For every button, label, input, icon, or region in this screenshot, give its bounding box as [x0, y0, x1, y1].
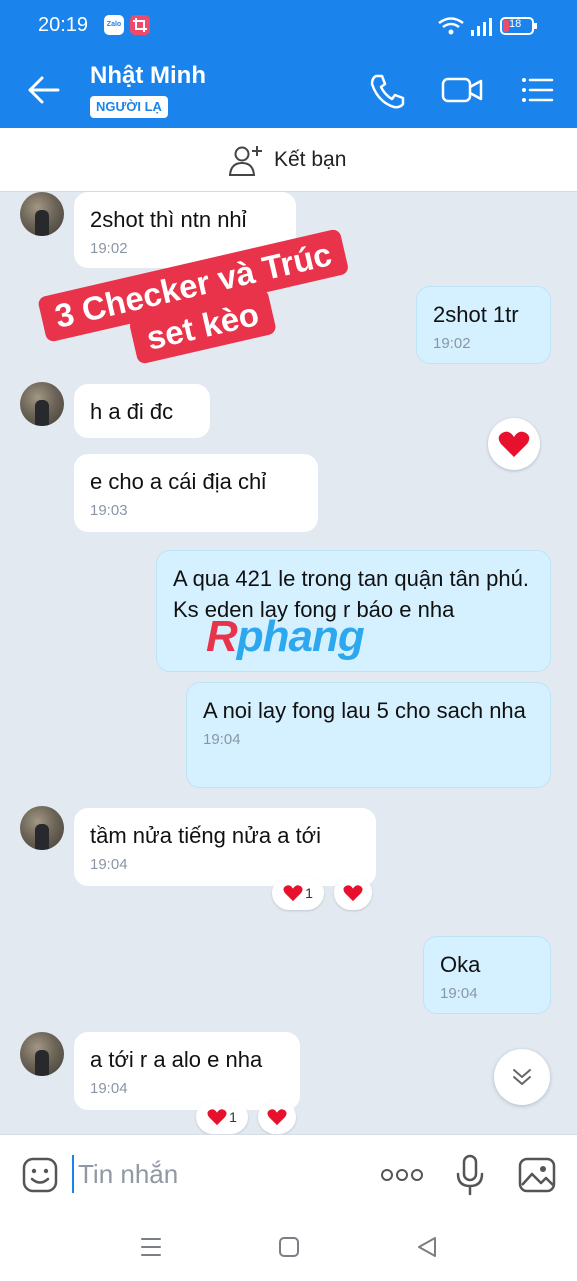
status-bar: 20:19 Zalo 18 — [0, 0, 577, 52]
message-text: 2shot thì ntn nhỉ — [90, 207, 247, 232]
heart-icon — [498, 431, 530, 457]
signal-icon — [471, 18, 492, 36]
message-text: 2shot 1tr — [433, 302, 519, 327]
reaction-number: 1 — [229, 1109, 237, 1125]
video-camera-icon — [441, 77, 483, 103]
square-icon — [279, 1237, 299, 1257]
message-text: Oka — [440, 952, 481, 977]
options-button[interactable] — [514, 70, 558, 110]
avatar[interactable] — [20, 1032, 64, 1076]
chat-header: Nhật Minh NGƯỜI LẠ — [0, 52, 577, 128]
heart-icon — [267, 1109, 287, 1126]
add-friend-label: Kết bạn — [274, 148, 347, 171]
phone-icon — [370, 74, 405, 109]
home-button[interactable] — [276, 1234, 302, 1260]
reaction-count[interactable]: 1 — [272, 876, 324, 910]
contact-name[interactable]: Nhật Minh — [90, 62, 206, 90]
list-menu-icon — [522, 78, 554, 102]
voice-call-button[interactable] — [364, 70, 408, 110]
more-dots-icon — [381, 1169, 423, 1181]
message-bubble[interactable]: a tới r a alo e nha 19:04 — [74, 1032, 300, 1110]
message-bubble[interactable]: h a đi đc — [74, 384, 210, 438]
status-indicators: 18 — [437, 14, 557, 38]
emoji-icon — [22, 1157, 58, 1193]
zalo-notification-icon: Zalo — [104, 15, 124, 35]
message-text: h a đi đc — [90, 399, 174, 424]
avatar[interactable] — [20, 192, 64, 236]
message-bubble[interactable]: tầm nửa tiếng nửa a tới 19:04 — [74, 808, 376, 886]
stranger-badge: NGƯỜI LẠ — [90, 96, 168, 118]
battery-level: 18 — [509, 18, 522, 30]
message-text: tầm nửa tiếng nửa a tới — [90, 823, 321, 848]
message-time: 19:04 — [203, 731, 241, 748]
reaction-count[interactable]: 1 — [196, 1100, 248, 1134]
add-friend-bar: Kết bạn — [0, 128, 577, 192]
image-icon — [518, 1157, 556, 1193]
menu-lines-icon — [141, 1238, 161, 1256]
react-button[interactable] — [334, 876, 372, 910]
watermark-text: phang — [236, 612, 365, 661]
message-time: 19:03 — [90, 502, 128, 519]
avatar[interactable] — [20, 382, 64, 426]
emoji-button[interactable] — [20, 1153, 60, 1197]
message-time: 19:04 — [90, 856, 128, 873]
screenshot-notification-icon — [130, 15, 150, 35]
watermark-letter: R — [206, 612, 238, 661]
message-text: a tới r a alo e nha — [90, 1047, 263, 1072]
scroll-to-bottom-button[interactable] — [494, 1049, 550, 1105]
message-bubble[interactable]: A noi lay fong lau 5 cho sach nha 19:04 — [186, 682, 551, 788]
video-call-button[interactable] — [440, 70, 484, 110]
status-time: 20:19 — [38, 14, 89, 36]
message-bubble[interactable]: 2shot 1tr 19:02 — [416, 286, 551, 364]
message-text: e cho a cái địa chỉ — [90, 469, 267, 494]
heart-icon — [207, 1109, 227, 1126]
arrow-left-icon — [28, 76, 60, 104]
message-time: 19:02 — [433, 335, 471, 352]
message-time: 19:04 — [440, 985, 478, 1002]
heart-icon — [283, 885, 303, 902]
watermark-logo: Rphang — [206, 612, 365, 662]
chat-area[interactable]: 2shot thì ntn nhỉ 19:02 2shot 1tr 19:02 … — [0, 192, 577, 1134]
message-time: 19:04 — [90, 1080, 128, 1097]
message-bubble[interactable]: e cho a cái địa chỉ 19:03 — [74, 454, 318, 532]
send-image-button[interactable] — [515, 1153, 559, 1197]
back-nav-button[interactable] — [414, 1234, 440, 1260]
recent-apps-button[interactable] — [138, 1234, 164, 1260]
add-person-icon — [228, 146, 262, 176]
add-friend-button[interactable]: Kết bạn — [228, 142, 346, 178]
double-chevron-down-icon — [513, 1069, 531, 1085]
microphone-icon — [456, 1154, 484, 1196]
heart-icon — [343, 885, 363, 902]
message-input-bar: Tin nhắn — [0, 1134, 577, 1212]
system-navigation-bar — [0, 1212, 577, 1281]
reaction-number: 1 — [305, 885, 313, 901]
back-button[interactable] — [24, 72, 64, 108]
message-bubble[interactable]: Oka 19:04 — [423, 936, 551, 1014]
message-text: A noi lay fong lau 5 cho sach nha — [203, 698, 526, 723]
triangle-back-icon — [418, 1237, 436, 1257]
more-options-button[interactable] — [380, 1153, 424, 1197]
react-button[interactable] — [488, 418, 540, 470]
avatar[interactable] — [20, 806, 64, 850]
message-input[interactable]: Tin nhắn — [72, 1155, 352, 1193]
voice-message-button[interactable] — [452, 1153, 488, 1197]
react-button[interactable] — [258, 1100, 296, 1134]
wifi-icon — [438, 17, 464, 35]
